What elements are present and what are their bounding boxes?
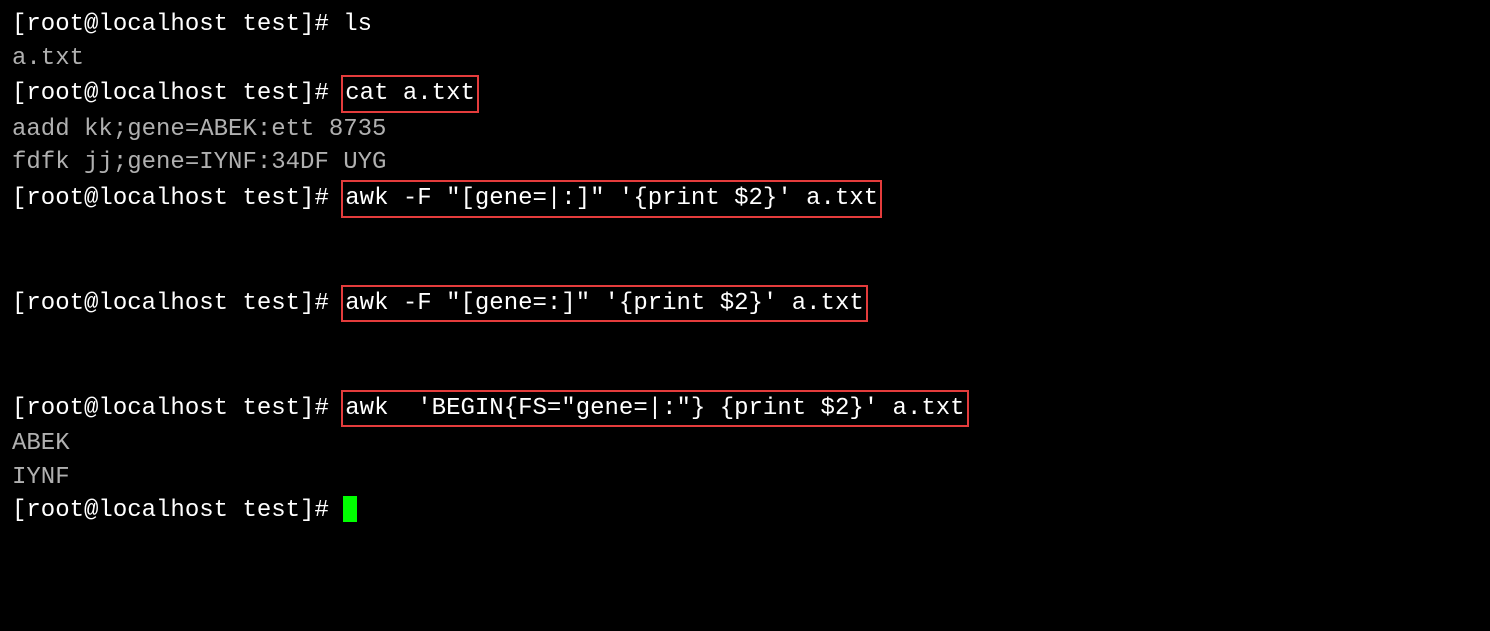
- terminal-output-awk3-2: IYNF: [12, 461, 1478, 495]
- terminal-output-cat-2: fdfk jj;gene=IYNF:34DF UYG: [12, 146, 1478, 180]
- terminal-output-cat-1: aadd kk;gene=ABEK:ett 8735: [12, 113, 1478, 147]
- highlighted-command: awk 'BEGIN{FS="gene=|:"} {print $2}' a.t…: [341, 390, 968, 428]
- shell-prompt: [root@localhost test]#: [12, 497, 343, 524]
- highlighted-command: awk -F "[gene=|:]" '{print $2}' a.txt: [341, 180, 882, 218]
- terminal-line-4: [root@localhost test]# awk -F "[gene=:]"…: [12, 285, 1478, 323]
- terminal-output-awk1-2: [12, 251, 1478, 285]
- terminal-line-6[interactable]: [root@localhost test]#: [12, 494, 1478, 528]
- command-text: ls: [343, 11, 372, 38]
- terminal-output-awk3-1: ABEK: [12, 427, 1478, 461]
- shell-prompt: [root@localhost test]#: [12, 80, 343, 107]
- cursor-icon: [343, 496, 357, 522]
- terminal-line-5: [root@localhost test]# awk 'BEGIN{FS="ge…: [12, 390, 1478, 428]
- shell-prompt: [root@localhost test]#: [12, 185, 343, 212]
- shell-prompt: [root@localhost test]#: [12, 395, 343, 422]
- terminal-output-awk2-1: [12, 322, 1478, 356]
- terminal-output-ls: a.txt: [12, 42, 1478, 76]
- highlighted-command: awk -F "[gene=:]" '{print $2}' a.txt: [341, 285, 867, 323]
- terminal-output-awk2-2: [12, 356, 1478, 390]
- terminal-line-1: [root@localhost test]# ls: [12, 8, 1478, 42]
- terminal-output-awk1-1: [12, 218, 1478, 252]
- terminal-line-2: [root@localhost test]# cat a.txt: [12, 75, 1478, 113]
- shell-prompt: [root@localhost test]#: [12, 290, 343, 317]
- highlighted-command: cat a.txt: [341, 75, 479, 113]
- shell-prompt: [root@localhost test]#: [12, 11, 343, 38]
- terminal-line-3: [root@localhost test]# awk -F "[gene=|:]…: [12, 180, 1478, 218]
